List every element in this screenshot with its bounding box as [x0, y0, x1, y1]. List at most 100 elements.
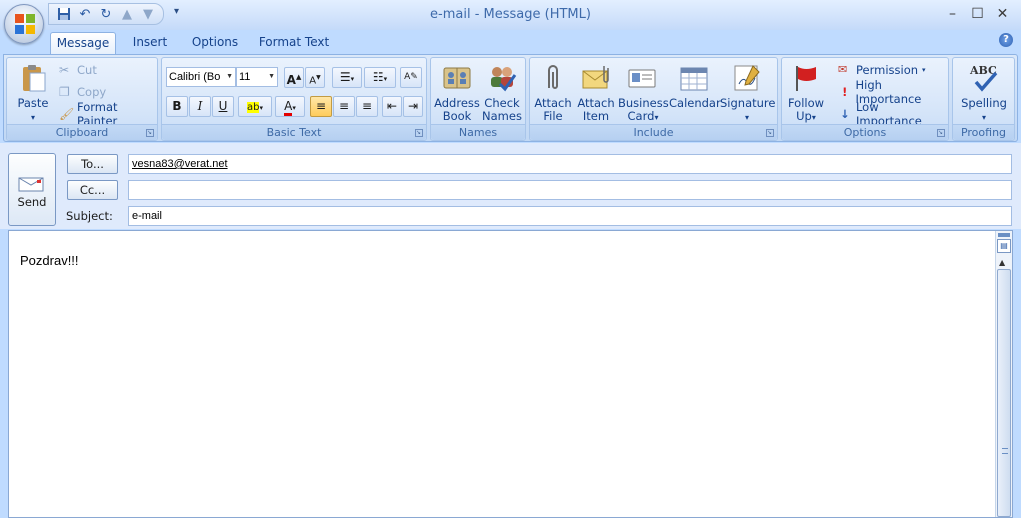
- basic-text-group-label: Basic Text: [162, 124, 426, 140]
- include-group: Attach File Attach Item Business Card▾ C…: [529, 57, 778, 141]
- title-bar: ↶ ↻ ▲ ▼ ▾ e-mail - Message (HTML) – ☐ ✕: [0, 0, 1021, 30]
- down-arrow-icon: ↓: [840, 107, 850, 121]
- numbering-icon: ☷: [372, 70, 384, 84]
- highlight-button[interactable]: ab▾: [238, 96, 272, 117]
- increase-indent-button[interactable]: ⇥: [403, 96, 423, 117]
- tab-message[interactable]: Message: [50, 32, 116, 54]
- align-center-button[interactable]: ≡: [333, 96, 355, 117]
- bullets-icon: ☰: [339, 70, 351, 84]
- body-text[interactable]: Pozdrav!!!: [20, 253, 79, 268]
- format-painter-button[interactable]: 🖌 Format Painter: [59, 100, 157, 128]
- align-left-button[interactable]: ≡: [310, 96, 332, 117]
- align-right-button[interactable]: ≡: [356, 96, 378, 117]
- tab-format-text[interactable]: Format Text: [256, 32, 332, 54]
- address-book-button[interactable]: Address Book: [434, 60, 480, 124]
- font-size-value: 11: [239, 71, 251, 83]
- attach-item-button[interactable]: Attach Item: [575, 60, 617, 124]
- signature-button[interactable]: Signature ▾: [720, 60, 776, 124]
- decrease-indent-button[interactable]: ⇤: [382, 96, 402, 117]
- underline-button[interactable]: U: [212, 96, 234, 117]
- proofing-group-label: Proofing: [953, 124, 1014, 140]
- decrease-indent-icon: ⇤: [386, 99, 398, 113]
- signature-label: Signature: [720, 96, 776, 110]
- cut-label: Cut: [77, 63, 97, 77]
- cc-field[interactable]: [128, 180, 1012, 200]
- high-importance-button[interactable]: ! High Importance: [838, 78, 948, 106]
- low-importance-button[interactable]: ↓ Low Importance: [838, 100, 948, 128]
- check-names-label-2: Names: [482, 109, 522, 123]
- font-size-combo[interactable]: 11 ▼: [236, 67, 278, 87]
- font-name-combo[interactable]: Calibri (Bo ▼: [166, 67, 236, 87]
- address-book-label-2: Book: [442, 109, 472, 123]
- check-names-label-1: Check: [484, 96, 520, 110]
- minimize-button[interactable]: –: [940, 4, 965, 24]
- business-card-button[interactable]: Business Card▾: [618, 60, 669, 124]
- flag-icon: [796, 66, 816, 91]
- align-center-icon: ≡: [338, 99, 350, 113]
- check-names-button[interactable]: Check Names: [480, 60, 524, 124]
- send-envelope-icon: [18, 177, 44, 192]
- message-body[interactable]: Pozdrav!!! ▤ ▲: [8, 230, 1013, 518]
- attach-file-label-1: Attach: [534, 96, 572, 110]
- italic-button[interactable]: I: [189, 96, 211, 117]
- subject-field[interactable]: e-mail: [128, 206, 1012, 226]
- tab-insert[interactable]: Insert: [126, 32, 174, 54]
- styles-button[interactable]: A✎: [400, 67, 422, 88]
- grow-font-button[interactable]: A▲: [284, 67, 304, 88]
- bullets-button[interactable]: ☰▾: [332, 67, 362, 88]
- spelling-button[interactable]: ABC Spelling ▾: [955, 60, 1013, 124]
- send-label: Send: [17, 195, 47, 209]
- send-button[interactable]: Send: [8, 153, 56, 226]
- format-painter-icon: 🖌: [59, 107, 75, 121]
- copy-icon: ❐: [59, 85, 70, 99]
- font-color-button[interactable]: A▾: [275, 96, 305, 117]
- attach-file-button[interactable]: Attach File: [532, 60, 574, 124]
- shrink-font-button[interactable]: A▼: [305, 67, 325, 88]
- scroll-grip-icon: [1002, 448, 1008, 454]
- paste-button[interactable]: Paste ▾: [11, 60, 55, 124]
- address-book-icon: [443, 67, 471, 89]
- styles-icon: A✎: [404, 72, 418, 82]
- follow-up-button[interactable]: Follow Up▾: [784, 60, 828, 124]
- clipboard-group-label: Clipboard: [7, 124, 157, 140]
- cut-button[interactable]: ✂ Cut: [59, 60, 97, 80]
- scissors-icon: ✂: [59, 63, 70, 77]
- tab-options[interactable]: Options: [186, 32, 244, 54]
- scroll-thumb[interactable]: [997, 269, 1011, 517]
- vertical-scrollbar[interactable]: ▤ ▲: [995, 231, 1012, 517]
- permission-label: Permission: [856, 63, 919, 77]
- options-launcher-icon[interactable]: ↘: [937, 129, 945, 137]
- basic-text-launcher-icon[interactable]: ↘: [415, 129, 423, 137]
- business-card-label-1: Business: [618, 96, 669, 110]
- include-group-label: Include: [530, 124, 777, 140]
- to-field[interactable]: vesna83@verat.net: [128, 154, 1012, 174]
- paste-label: Paste: [17, 96, 49, 110]
- bold-button[interactable]: B: [166, 96, 188, 117]
- calendar-button[interactable]: Calendar: [669, 60, 721, 124]
- maximize-button[interactable]: ☐: [965, 4, 990, 24]
- ruler-toggle-icon[interactable]: ▤: [997, 239, 1011, 253]
- help-icon[interactable]: ?: [999, 33, 1013, 47]
- names-group: Address Book Check Names Names: [430, 57, 526, 141]
- copy-button[interactable]: ❐ Copy: [59, 82, 106, 102]
- business-card-icon: [628, 69, 656, 88]
- split-handle[interactable]: [998, 233, 1010, 237]
- font-name-value: Calibri (Bo: [169, 71, 221, 83]
- office-button[interactable]: [4, 4, 44, 44]
- paperclip-icon: [548, 65, 558, 89]
- align-right-icon: ≡: [361, 99, 373, 113]
- clipboard-launcher-icon[interactable]: ↘: [146, 129, 154, 137]
- check-names-icon: [491, 67, 517, 92]
- close-button[interactable]: ✕: [990, 4, 1015, 24]
- spelling-label: Spelling: [961, 96, 1007, 110]
- cc-button[interactable]: Cc...: [67, 180, 118, 200]
- scroll-up-icon[interactable]: ▲: [999, 258, 1005, 267]
- envelope-icon: [582, 66, 609, 89]
- paste-icon: [23, 65, 46, 92]
- include-launcher-icon[interactable]: ↘: [766, 129, 774, 137]
- numbering-button[interactable]: ☷▾: [364, 67, 396, 88]
- permission-button[interactable]: ✉ Permission ▾: [838, 60, 926, 80]
- to-button[interactable]: To...: [67, 154, 118, 174]
- exclamation-icon: !: [842, 85, 848, 99]
- business-card-label-2: Card: [627, 109, 655, 123]
